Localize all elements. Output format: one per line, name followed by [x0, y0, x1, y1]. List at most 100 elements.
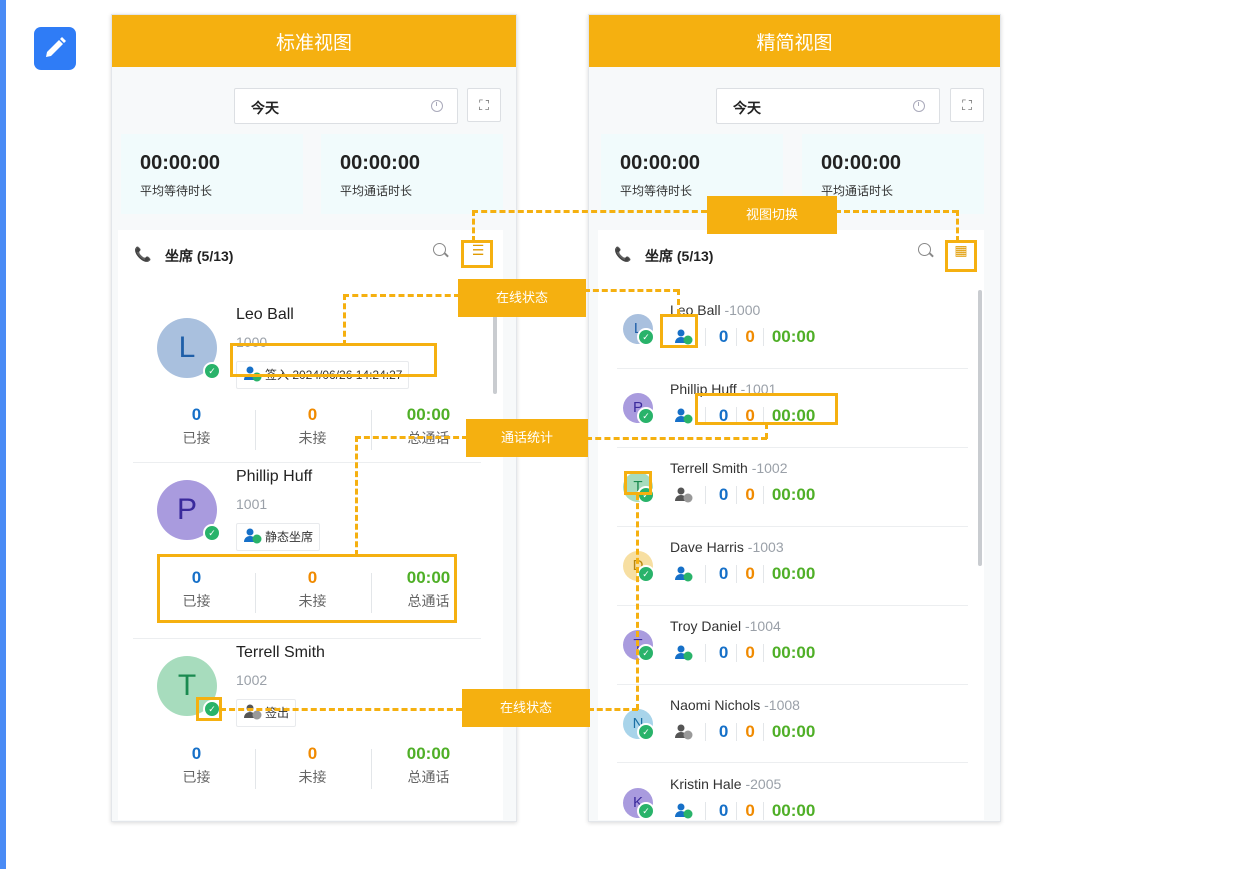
answered-count: 0 — [718, 722, 729, 741]
agent-ext: 1002 — [236, 672, 268, 688]
missed-label: 未接 — [298, 430, 327, 446]
agent-name: Terrell Smith — [236, 644, 325, 661]
name-text: Naomi Nichols — [670, 697, 761, 713]
name-text: Dave Harris — [670, 539, 744, 555]
ext-text: -1004 — [744, 618, 781, 634]
divider — [736, 644, 738, 662]
agent-row[interactable]: K ✓ Kristin Hale -2005 0 0 00:00 — [617, 764, 968, 821]
annotation-online-status: 在线状态 — [462, 689, 590, 727]
highlight-status-chip — [230, 343, 437, 377]
online-status-icon: ✓ — [203, 362, 221, 380]
agent-online-icon — [675, 803, 693, 819]
answered-label: 已接 — [182, 769, 211, 785]
connector-line — [765, 423, 768, 439]
date-value: 今天 — [733, 100, 761, 116]
annotation-call-stats: 通话统计 — [466, 419, 588, 457]
ext-text: -1008 — [764, 697, 800, 713]
connector-line — [355, 436, 358, 556]
connector-line — [835, 210, 958, 213]
name-text: Troy Daniel — [670, 618, 742, 634]
agent-row[interactable]: D ✓ Dave Harris -1003 0 0 00:00 — [617, 527, 968, 605]
total-talk-time: 00:00 — [771, 485, 816, 504]
stat-value: 00:00:00 — [140, 152, 221, 174]
stat-card-avg-talk: 00:00:00 平均通话时长 — [321, 134, 503, 214]
call-stats: 0 0 00:00 — [675, 801, 816, 821]
agent-row[interactable]: T ✓ Terrell Smith -1002 0 0 00:00 — [617, 448, 968, 526]
answered-count: 0 — [718, 327, 729, 346]
search-icon[interactable] — [918, 243, 931, 256]
edit-note-icon — [34, 27, 76, 70]
stat-card-avg-wait: 00:00:00 平均等待时长 — [121, 134, 303, 214]
divider — [133, 638, 481, 639]
search-icon[interactable] — [433, 243, 446, 256]
agent-list-card: 📞 坐席 (5/13) ☰ L ✓ Leo Ball 1000 签入 2024/… — [118, 230, 503, 820]
stat-value: 00:00:00 — [821, 152, 902, 174]
highlight-status-badge-compact — [624, 471, 652, 495]
highlight-status-icon-compact — [660, 314, 698, 348]
divider — [736, 565, 738, 583]
expand-icon: ⛶ — [962, 97, 972, 113]
connector-line — [584, 289, 679, 292]
divider — [705, 565, 707, 583]
agent-offline-icon — [244, 704, 262, 720]
agents-title: 坐席 (5/13) — [165, 248, 234, 264]
divider — [762, 486, 764, 504]
fullscreen-button[interactable]: ⛶ — [950, 88, 984, 122]
agent-name: Kristin Hale -2005 — [670, 776, 781, 792]
online-status-icon: ✓ — [637, 328, 655, 346]
fullscreen-button[interactable]: ⛶ — [467, 88, 501, 122]
connector-line — [220, 708, 462, 711]
divider — [705, 486, 707, 504]
agent-list-card: 📞 坐席 (5/13) ▦ L ✓ Leo Ball -1000 0 0 00:00… — [598, 230, 984, 820]
total-talk-time: 00:00 — [771, 564, 816, 583]
ext-text: -2005 — [745, 776, 782, 792]
scrollbar[interactable] — [493, 310, 497, 394]
panel-title: 精简视图 — [589, 15, 1000, 67]
agent-online-icon — [675, 408, 693, 424]
answered-count: 0 — [718, 643, 729, 662]
date-select[interactable]: 今天 — [716, 88, 940, 124]
agent-online-icon — [675, 566, 693, 582]
divider — [133, 462, 481, 463]
divider — [762, 802, 764, 820]
agent-row[interactable]: T ✓ Troy Daniel -1004 0 0 00:00 — [617, 606, 968, 684]
agent-card[interactable]: T ✓ Terrell Smith 1002 签出 0 已接 0 未接 00:00 总… — [139, 644, 486, 814]
total-talk-time: 00:00 — [771, 801, 816, 820]
missed-count: 0 — [745, 327, 755, 346]
panel-title: 标准视图 — [112, 15, 516, 67]
annotation-online-status: 在线状态 — [458, 279, 586, 317]
online-status-icon: ✓ — [637, 644, 655, 662]
agent-online-icon — [244, 528, 262, 544]
scrollbar[interactable] — [978, 290, 982, 566]
stat-value: 00:00:00 — [340, 152, 421, 174]
connector-line — [343, 294, 460, 297]
phone-icon: 📞 — [134, 246, 152, 262]
total-talk-time: 00:00 — [771, 327, 816, 346]
name-text: Kristin Hale — [670, 776, 742, 792]
agent-online-icon — [675, 645, 693, 661]
missed-label: 未接 — [298, 769, 327, 785]
ext-text: -1000 — [724, 302, 761, 318]
answered-label: 已接 — [182, 430, 211, 446]
total-talk-time: 00:00 — [406, 744, 451, 763]
clock-icon — [431, 100, 443, 112]
date-value: 今天 — [251, 100, 279, 116]
answered-count: 0 — [718, 801, 729, 820]
agent-name: Naomi Nichols -1008 — [670, 697, 800, 713]
clock-icon — [913, 100, 925, 112]
agent-row[interactable]: N ✓ Naomi Nichols -1008 0 0 00:00 — [617, 685, 968, 763]
online-status-icon: ✓ — [637, 723, 655, 741]
agent-name: Leo Ball — [236, 306, 294, 323]
name-text: Terrell Smith — [670, 460, 748, 476]
annotation-view-switch: 视图切换 — [707, 196, 837, 234]
stat-label: 平均通话时长 — [340, 184, 413, 198]
divider — [736, 486, 738, 504]
call-stats: 0 已接 0 未接 00:00 总通话 — [139, 744, 486, 794]
agent-status-chip: 签出 — [236, 699, 297, 727]
ext-text: -1003 — [747, 539, 784, 555]
answered-count: 0 — [191, 405, 202, 424]
agent-name: Troy Daniel -1004 — [670, 618, 781, 634]
stat-label: 平均等待时长 — [620, 184, 693, 198]
highlight-status-badge-standard — [196, 697, 222, 721]
date-select[interactable]: 今天 — [234, 88, 458, 124]
